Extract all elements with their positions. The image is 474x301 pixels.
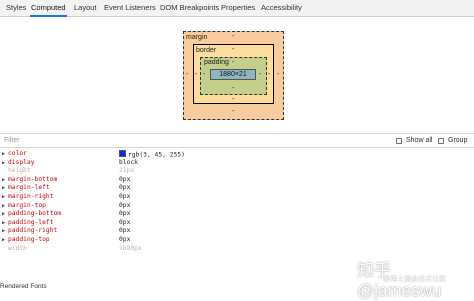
margin-left-value[interactable]: - <box>186 71 188 79</box>
rendered-fonts-header[interactable]: Rendered Fonts <box>0 283 47 290</box>
property-value: 0px <box>119 184 131 192</box>
expand-arrow-icon[interactable]: ▶ <box>2 176 5 184</box>
border-bottom-value[interactable]: - <box>232 96 234 104</box>
padding-bottom-value[interactable]: - <box>232 85 234 93</box>
property-row[interactable]: height 21px <box>0 167 300 175</box>
padding-label: padding <box>204 59 229 66</box>
property-name: padding-bottom <box>8 210 62 218</box>
expand-arrow-icon[interactable]: ▶ <box>2 210 5 218</box>
property-name: margin-top <box>8 201 46 209</box>
color-swatch-icon[interactable] <box>119 150 126 157</box>
property-row[interactable]: width 1880px <box>0 245 300 253</box>
expand-arrow-icon[interactable]: ▶ <box>2 150 5 158</box>
property-row[interactable]: ▶ margin-right 0px <box>0 193 300 201</box>
panel-tab-bar: Styles Computed Layout Event Listeners D… <box>0 0 474 17</box>
tab-styles[interactable]: Styles <box>6 0 26 16</box>
padding-right-value[interactable]: - <box>259 71 261 79</box>
property-name: margin-bottom <box>8 175 58 183</box>
expand-arrow-icon[interactable]: ▶ <box>2 219 5 227</box>
watermark-sub: @稀土掘金技术社区 <box>383 276 447 283</box>
property-row[interactable]: ▶ margin-top 0px <box>0 202 300 210</box>
tab-computed[interactable]: Computed <box>30 0 67 17</box>
property-row[interactable]: ▶ padding-left 0px <box>0 219 300 227</box>
box-model-content-size[interactable]: 1880×21 <box>210 69 256 80</box>
expand-arrow-icon[interactable]: ▶ <box>2 193 5 201</box>
property-value: 0px <box>119 193 131 200</box>
property-value: 0px <box>119 227 131 235</box>
show-all-label[interactable]: Show all <box>406 136 432 146</box>
border-label: border <box>196 47 217 54</box>
filter-input[interactable]: Filter <box>4 136 304 146</box>
border-top-value[interactable]: - <box>232 46 234 54</box>
property-name: margin-right <box>8 193 54 200</box>
property-name: width <box>8 244 27 252</box>
property-value: block <box>119 158 138 166</box>
margin-bottom-value[interactable]: - <box>232 108 234 116</box>
property-value: 0px <box>119 218 131 226</box>
group-label[interactable]: Group <box>448 136 467 146</box>
property-value: 0px <box>119 236 131 243</box>
property-value: 0px <box>119 175 131 183</box>
box-model-diagram: margin - - - - border - - - - padding - … <box>0 18 474 130</box>
tab-properties[interactable]: Properties <box>221 0 255 16</box>
property-value-text: rgb(3, 45, 255) <box>128 151 185 159</box>
property-row[interactable]: ▶ display block <box>0 159 300 167</box>
expand-arrow-icon[interactable]: ▶ <box>2 159 5 167</box>
padding-top-value[interactable]: - <box>232 59 234 67</box>
padding-left-value[interactable]: - <box>203 71 205 79</box>
property-row[interactable]: ▶ padding-bottom 0px <box>0 210 300 218</box>
property-name: color <box>8 150 27 157</box>
property-name: padding-right <box>8 227 58 235</box>
property-value: 1880px <box>119 244 142 252</box>
expand-arrow-icon[interactable]: ▶ <box>2 184 5 192</box>
tab-event-listeners[interactable]: Event Listeners <box>104 0 156 16</box>
property-row[interactable]: ▶ margin-left 0px <box>0 184 300 192</box>
tab-layout[interactable]: Layout <box>74 0 97 16</box>
property-row[interactable]: ▶ padding-top 0px <box>0 236 300 244</box>
tab-dom-breakpoints[interactable]: DOM Breakpoints <box>160 0 219 16</box>
property-value: 21px <box>119 167 135 175</box>
property-value: 0px <box>119 210 131 218</box>
property-row[interactable]: ▶ margin-bottom 0px <box>0 176 300 184</box>
property-row[interactable]: ▶ color rgb(3, 45, 255) <box>0 150 300 159</box>
expand-arrow-icon[interactable]: ▶ <box>2 236 5 244</box>
property-name: display <box>8 158 35 166</box>
property-name: padding-left <box>8 218 54 226</box>
margin-right-value[interactable]: - <box>277 71 279 79</box>
border-right-value[interactable]: - <box>268 71 270 79</box>
property-name: margin-left <box>8 184 50 192</box>
property-name: padding-top <box>8 236 50 243</box>
property-name: height <box>8 167 31 175</box>
property-value: 0px <box>119 201 131 209</box>
show-all-checkbox[interactable] <box>396 138 402 144</box>
margin-top-value[interactable]: - <box>232 33 234 41</box>
group-checkbox[interactable] <box>438 138 444 144</box>
border-left-value[interactable]: - <box>195 71 197 79</box>
expand-arrow-icon[interactable]: ▶ <box>2 202 5 210</box>
filter-bar: Filter Show all Group <box>0 133 474 148</box>
tab-accessibility[interactable]: Accessibility <box>261 0 302 16</box>
property-row[interactable]: ▶ padding-right 0px <box>0 227 300 235</box>
expand-arrow-icon[interactable]: ▶ <box>2 227 5 235</box>
margin-label: margin <box>186 34 208 41</box>
